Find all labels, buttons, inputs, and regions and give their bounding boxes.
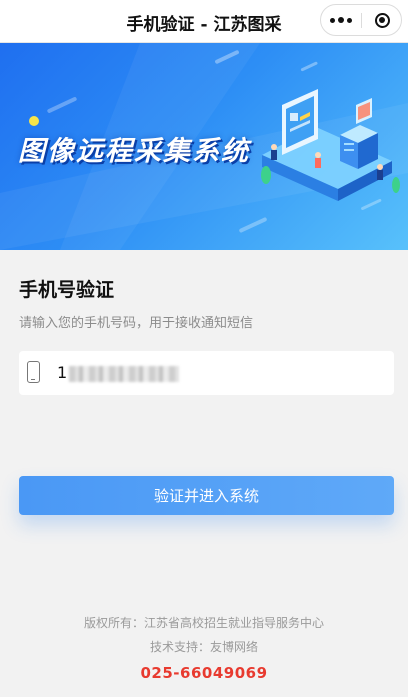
footer-copyright: 版权所有：江苏省高校招生就业指导服务中心	[83, 616, 324, 630]
mobile-phone-icon	[27, 361, 40, 383]
menu-capsule	[320, 4, 402, 36]
navigation-bar: 手机验证 - 江苏图采	[0, 0, 408, 43]
dot	[347, 17, 352, 23]
dot	[338, 17, 344, 23]
target-ring	[374, 12, 390, 28]
verify-enter-button[interactable]: 验证并进入系统	[19, 476, 394, 515]
phone-input-box[interactable]	[19, 351, 394, 395]
redacted-number-mask	[69, 366, 179, 382]
footer-tech-support: 技术支持：友博网络	[149, 640, 258, 654]
hero-banner: 图像远程采集系统	[0, 43, 408, 250]
form-title: 手机号验证	[19, 279, 115, 301]
dot	[330, 17, 335, 23]
form-hint: 请输入您的手机号码，用于接收通知短信	[19, 316, 254, 331]
banner-title: 图像远程采集系统	[18, 136, 250, 167]
target-center	[379, 17, 385, 23]
target-close-icon[interactable]	[362, 5, 402, 35]
footer-phone-number[interactable]: 025-66049069	[0, 664, 408, 682]
more-dots-icon[interactable]	[321, 5, 361, 35]
